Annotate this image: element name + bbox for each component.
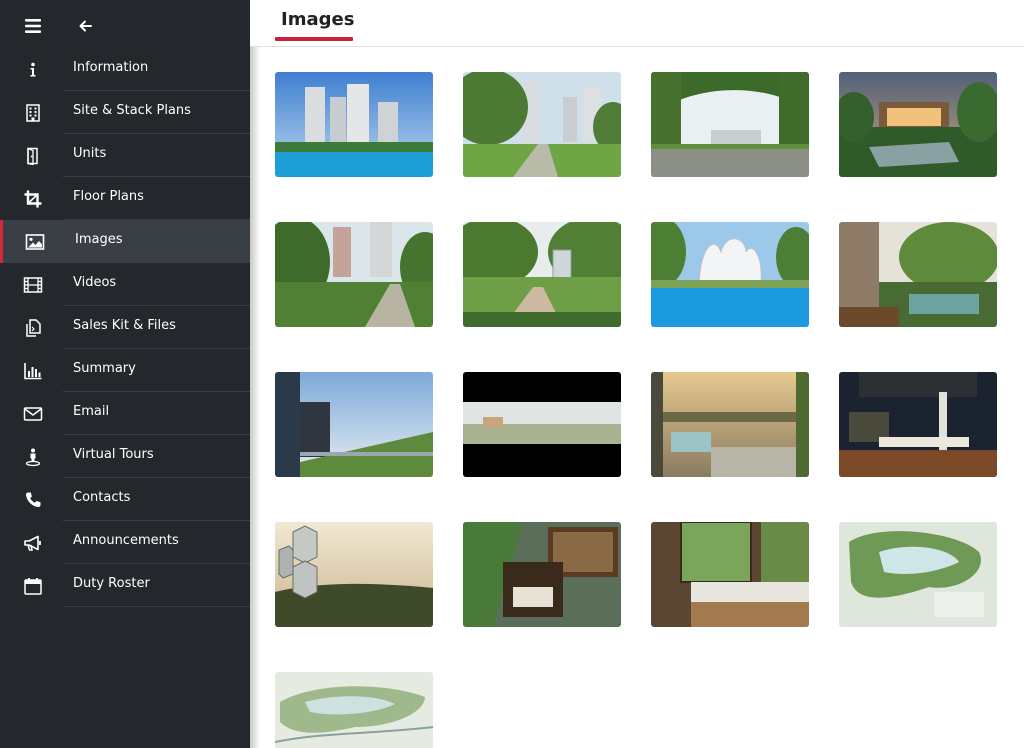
sidebar-item-label: Announcements: [73, 533, 179, 548]
sidebar-item-duty-roster[interactable]: Duty Roster: [0, 564, 250, 607]
sidebar-item-label: Information: [73, 60, 149, 75]
gallery-thumbnail[interactable]: [651, 372, 809, 477]
sidebar-item-announcements[interactable]: Announcements: [0, 521, 250, 564]
sidebar-item-summary[interactable]: Summary: [0, 349, 250, 392]
hamburger-menu-icon[interactable]: [22, 15, 44, 37]
phone-icon: [25, 492, 41, 508]
thumbnail-image: [651, 522, 809, 627]
sidebar-shadow: [250, 0, 260, 748]
thumbnail-image: [839, 72, 997, 177]
gallery-thumbnail[interactable]: [275, 72, 433, 177]
film-icon: [23, 277, 43, 293]
sidebar-item-floor-plans[interactable]: Floor Plans: [0, 177, 250, 220]
title-underline: [275, 37, 353, 41]
bar-chart-icon: [24, 363, 42, 380]
page-header: Images: [250, 0, 1024, 47]
sidebar-item-information[interactable]: Information: [0, 48, 250, 91]
gallery-thumbnail[interactable]: [839, 372, 997, 477]
sidebar-item-label: Contacts: [73, 490, 131, 505]
info-icon: [30, 62, 36, 77]
calendar-icon: [24, 578, 42, 595]
gallery-thumbnail[interactable]: [839, 222, 997, 327]
thumbnail-image: [275, 672, 433, 748]
sidebar-item-label: Summary: [73, 361, 136, 376]
thumbnail-image: [651, 222, 809, 327]
divider: [63, 606, 250, 607]
envelope-icon: [23, 407, 43, 421]
sidebar-item-images[interactable]: Images: [0, 220, 250, 263]
back-arrow-icon[interactable]: [76, 16, 96, 36]
street-view-icon: [25, 448, 41, 467]
thumbnail-image: [839, 222, 997, 327]
gallery-thumbnail[interactable]: [275, 222, 433, 327]
thumbnail-image: [839, 522, 997, 627]
thumbnail-image: [463, 72, 621, 177]
gallery-thumbnail[interactable]: [463, 72, 621, 177]
gallery-thumbnail[interactable]: [463, 522, 621, 627]
sidebar-item-label: Videos: [73, 275, 117, 290]
sidebar-item-email[interactable]: Email: [0, 392, 250, 435]
sidebar-item-site-stack-plans[interactable]: Site & Stack Plans: [0, 91, 250, 134]
gallery-thumbnail[interactable]: [275, 522, 433, 627]
sidebar-item-contacts[interactable]: Contacts: [0, 478, 250, 521]
thumbnail-image: [463, 222, 621, 327]
gallery-thumbnail[interactable]: [463, 222, 621, 327]
gallery-thumbnail[interactable]: [651, 72, 809, 177]
sidebar-item-label: Floor Plans: [73, 189, 144, 204]
building-icon: [26, 104, 40, 122]
sidebar-item-videos[interactable]: Videos: [0, 263, 250, 306]
sidebar-item-label: Units: [73, 146, 107, 161]
sidebar-top: [0, 0, 250, 50]
sidebar-item-label: Duty Roster: [73, 576, 150, 591]
sidebar-item-units[interactable]: Units: [0, 134, 250, 177]
sidebar-item-sales-kit-files[interactable]: Sales Kit & Files: [0, 306, 250, 349]
crop-icon: [24, 190, 42, 208]
door-icon: [27, 147, 38, 166]
image-icon: [25, 234, 45, 250]
gallery-thumbnail[interactable]: [651, 222, 809, 327]
page-title: Images: [281, 9, 355, 30]
thumbnail-image: [463, 522, 621, 627]
sidebar-item-label: Site & Stack Plans: [73, 103, 191, 118]
gallery-thumbnail[interactable]: [839, 522, 997, 627]
thumbnail-image: [275, 372, 433, 477]
files-icon: [26, 319, 41, 337]
gallery-thumbnail[interactable]: [275, 372, 433, 477]
sidebar-item-label: Email: [73, 404, 110, 419]
sidebar-item-virtual-tours[interactable]: Virtual Tours: [0, 435, 250, 478]
sidebar: Information Site & Stack Plans Units Flo…: [0, 0, 250, 748]
sidebar-item-label: Sales Kit & Files: [73, 318, 176, 333]
thumbnail-image: [463, 372, 621, 477]
sidebar-item-label: Images: [75, 232, 123, 247]
gallery-thumbnail[interactable]: [839, 72, 997, 177]
gallery-thumbnail[interactable]: [463, 372, 621, 477]
sidebar-item-label: Virtual Tours: [73, 447, 154, 462]
thumbnail-image: [275, 72, 433, 177]
thumbnail-image: [651, 372, 809, 477]
sidebar-nav: Information Site & Stack Plans Units Flo…: [0, 48, 250, 607]
thumbnail-image: [651, 72, 809, 177]
thumbnail-image: [275, 222, 433, 327]
thumbnail-image: [839, 372, 997, 477]
gallery-thumbnail[interactable]: [275, 672, 433, 748]
megaphone-icon: [24, 535, 41, 551]
gallery-thumbnail[interactable]: [651, 522, 809, 627]
thumbnail-image: [275, 522, 433, 627]
